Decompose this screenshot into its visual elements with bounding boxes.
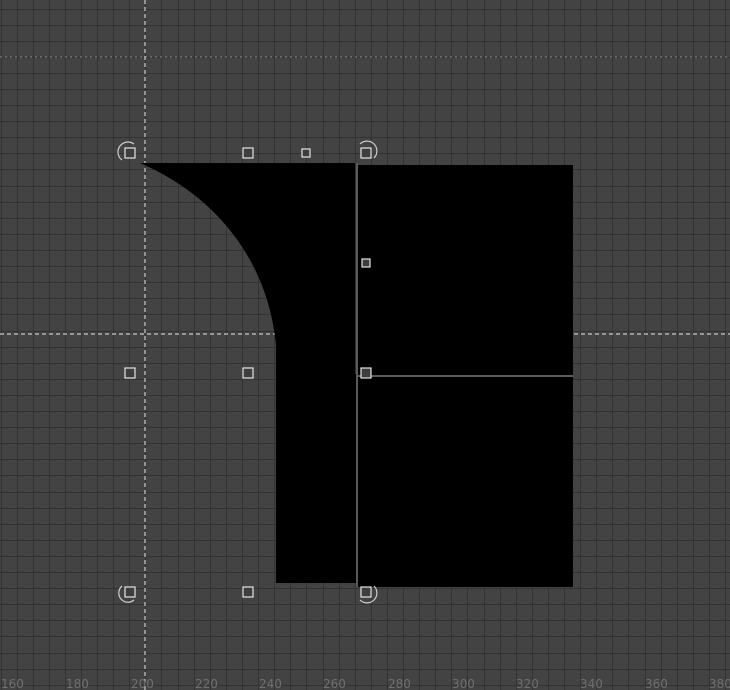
lower-right-rectangle[interactable] (358, 377, 573, 587)
ruler-label: 380 (709, 677, 730, 690)
ruler-label: 220 (195, 677, 218, 690)
drawing-canvas[interactable]: 160 180 200 220 240 260 280 300 320 340 … (0, 0, 730, 690)
resize-handle-bottom-middle[interactable] (242, 586, 254, 598)
center-handle[interactable] (242, 367, 254, 379)
ruler-label: 240 (259, 677, 282, 690)
ruler-label: 260 (323, 677, 346, 690)
ruler-label: 180 (66, 677, 89, 690)
ruler-label: 300 (452, 677, 475, 690)
resize-handle-top-middle[interactable] (242, 147, 254, 159)
ruler-label: 340 (580, 677, 603, 690)
resize-handle-middle-left[interactable] (124, 367, 136, 379)
ruler-label: 200 (131, 677, 154, 690)
resize-handle-bottom-left[interactable] (124, 586, 136, 598)
resize-handle-top-left[interactable] (124, 147, 136, 159)
resize-handle-bottom-right[interactable] (360, 586, 372, 598)
ruler-label: 320 (516, 677, 539, 690)
ruler-label: 160 (1, 677, 24, 690)
anchor-handle-top[interactable] (301, 148, 311, 158)
ruler-label: 280 (388, 677, 411, 690)
lower-left-rectangle[interactable] (276, 374, 356, 583)
resize-handle-middle-right[interactable] (360, 367, 372, 379)
anchor-handle-right-upper[interactable] (361, 258, 371, 268)
ruler-label: 360 (645, 677, 668, 690)
upper-right-rectangle[interactable] (358, 165, 573, 375)
resize-handle-top-right[interactable] (360, 147, 372, 159)
